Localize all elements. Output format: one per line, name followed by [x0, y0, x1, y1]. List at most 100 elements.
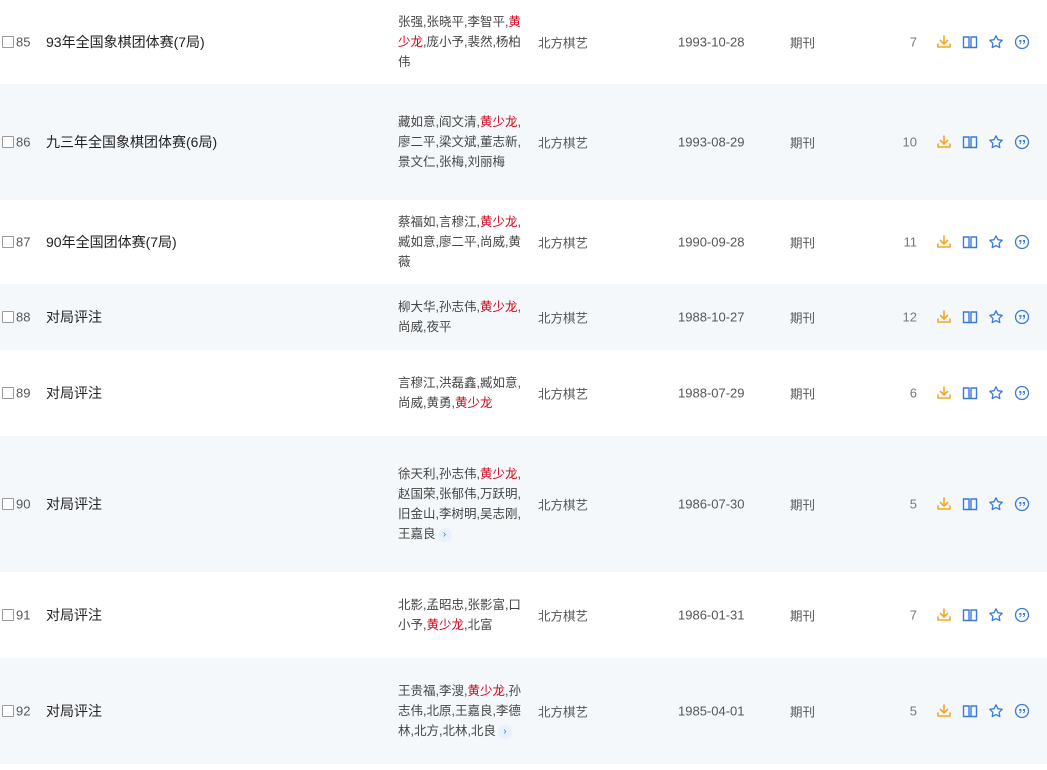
author-text[interactable]: 王贵福,李溲,	[398, 684, 467, 698]
author-highlight[interactable]: 黄少龙	[455, 396, 493, 410]
row-checkbox[interactable]	[2, 36, 14, 48]
favorite-icon[interactable]	[987, 384, 1005, 402]
publish-date: 1986-07-30	[678, 496, 745, 512]
author-highlight[interactable]: 黄少龙	[426, 618, 464, 632]
author-highlight[interactable]: 黄少龙	[480, 115, 518, 129]
cite-icon[interactable]	[1013, 33, 1031, 51]
author-highlight[interactable]: 黄少龙	[467, 684, 505, 698]
source-link[interactable]: 北方棋艺	[538, 606, 588, 625]
author-text[interactable]: 藏如意,阎文清,	[398, 115, 480, 129]
row-checkbox[interactable]	[2, 705, 14, 717]
read-icon[interactable]	[961, 702, 979, 720]
row-checkbox[interactable]	[2, 387, 14, 399]
cite-icon[interactable]	[1013, 308, 1031, 326]
expand-authors-button[interactable]: ›	[497, 724, 512, 739]
article-title-link[interactable]: 对局评注	[46, 307, 102, 327]
author-text[interactable]: 柳大华,孙志伟,	[398, 300, 480, 314]
author-text[interactable]: 蔡福如,言穆江,	[398, 215, 480, 229]
database-type: 期刊	[790, 705, 816, 720]
table-row: 86 九三年全国象棋团体赛(6局) 藏如意,阎文清,黄少龙,廖二平,梁文斌,董志…	[0, 84, 1047, 200]
read-icon[interactable]	[961, 606, 979, 624]
download-count: 5	[909, 703, 917, 719]
database-type: 期刊	[790, 498, 816, 513]
download-icon[interactable]	[935, 702, 953, 720]
favorite-icon[interactable]	[987, 233, 1005, 251]
author-highlight[interactable]: 黄少龙	[480, 300, 518, 314]
publish-date: 1986-01-31	[678, 607, 745, 623]
author-text[interactable]: 张强,张晓平,李智平,	[398, 15, 508, 29]
publish-date: 1988-10-27	[678, 309, 745, 325]
author-list: 柳大华,孙志伟,黄少龙,尚威,夜平	[398, 297, 532, 337]
cite-icon[interactable]	[1013, 133, 1031, 151]
database-type: 期刊	[790, 36, 816, 51]
table-row: 90 对局评注 徐天利,孙志伟,黄少龙,赵国荣,张郁伟,万跃明,旧金山,李树明,…	[0, 436, 1047, 572]
results-list: 85 93年全国象棋团体赛(7局) 张强,张晓平,李智平,黄少龙,庞小予,裴然,…	[0, 0, 1047, 764]
author-text[interactable]: ,北富	[464, 618, 492, 632]
database-type: 期刊	[790, 136, 816, 151]
download-count: 11	[903, 234, 918, 250]
database-type: 期刊	[790, 311, 816, 326]
download-icon[interactable]	[935, 606, 953, 624]
read-icon[interactable]	[961, 233, 979, 251]
row-checkbox[interactable]	[2, 236, 14, 248]
table-row: 87 90年全国团体赛(7局) 蔡福如,言穆江,黄少龙,臧如意,廖二平,尚威,黄…	[0, 200, 1047, 284]
read-icon[interactable]	[961, 384, 979, 402]
source-link[interactable]: 北方棋艺	[538, 33, 588, 52]
article-title-link[interactable]: 90年全国团体赛(7局)	[46, 232, 177, 252]
article-title-link[interactable]: 对局评注	[46, 701, 102, 721]
download-icon[interactable]	[935, 133, 953, 151]
row-number: 86	[16, 134, 31, 150]
author-highlight[interactable]: 黄少龙	[480, 467, 518, 481]
row-actions	[935, 702, 1031, 720]
cite-icon[interactable]	[1013, 702, 1031, 720]
database-type: 期刊	[790, 387, 816, 402]
favorite-icon[interactable]	[987, 133, 1005, 151]
download-icon[interactable]	[935, 33, 953, 51]
source-link[interactable]: 北方棋艺	[538, 702, 588, 721]
article-title-link[interactable]: 对局评注	[46, 383, 102, 403]
cite-icon[interactable]	[1013, 233, 1031, 251]
author-text[interactable]: 徐天利,孙志伟,	[398, 467, 480, 481]
source-link[interactable]: 北方棋艺	[538, 308, 588, 327]
favorite-icon[interactable]	[987, 308, 1005, 326]
expand-authors-button[interactable]: ›	[437, 527, 452, 542]
favorite-icon[interactable]	[987, 33, 1005, 51]
download-icon[interactable]	[935, 495, 953, 513]
cite-icon[interactable]	[1013, 606, 1031, 624]
article-title-link[interactable]: 93年全国象棋团体赛(7局)	[46, 32, 205, 52]
download-icon[interactable]	[935, 233, 953, 251]
source-link[interactable]: 北方棋艺	[538, 495, 588, 514]
row-number: 88	[16, 309, 31, 325]
author-list: 蔡福如,言穆江,黄少龙,臧如意,廖二平,尚威,黄薇	[398, 212, 532, 272]
download-icon[interactable]	[935, 308, 953, 326]
source-link[interactable]: 北方棋艺	[538, 384, 588, 403]
source-link[interactable]: 北方棋艺	[538, 133, 588, 152]
favorite-icon[interactable]	[987, 606, 1005, 624]
row-checkbox[interactable]	[2, 609, 14, 621]
favorite-icon[interactable]	[987, 702, 1005, 720]
cite-icon[interactable]	[1013, 384, 1031, 402]
cite-icon[interactable]	[1013, 495, 1031, 513]
read-icon[interactable]	[961, 308, 979, 326]
read-icon[interactable]	[961, 33, 979, 51]
row-actions	[935, 233, 1031, 251]
row-checkbox[interactable]	[2, 311, 14, 323]
row-number: 90	[16, 496, 31, 512]
download-icon[interactable]	[935, 384, 953, 402]
download-count: 7	[909, 34, 917, 50]
read-icon[interactable]	[961, 495, 979, 513]
source-link[interactable]: 北方棋艺	[538, 233, 588, 252]
row-checkbox[interactable]	[2, 498, 14, 510]
article-title-link[interactable]: 对局评注	[46, 494, 102, 514]
row-actions	[935, 606, 1031, 624]
publish-date: 1993-08-29	[678, 134, 745, 150]
author-list: 徐天利,孙志伟,黄少龙,赵国荣,张郁伟,万跃明,旧金山,李树明,吴志刚,王嘉良 ›	[398, 464, 532, 544]
author-highlight[interactable]: 黄少龙	[480, 215, 518, 229]
table-row: 92 对局评注 王贵福,李溲,黄少龙,孙志伟,北原,王嘉良,李德林,北方,北林,…	[0, 658, 1047, 764]
article-title-link[interactable]: 对局评注	[46, 605, 102, 625]
favorite-icon[interactable]	[987, 495, 1005, 513]
read-icon[interactable]	[961, 133, 979, 151]
row-actions	[935, 308, 1031, 326]
row-checkbox[interactable]	[2, 136, 14, 148]
article-title-link[interactable]: 九三年全国象棋团体赛(6局)	[46, 132, 217, 152]
